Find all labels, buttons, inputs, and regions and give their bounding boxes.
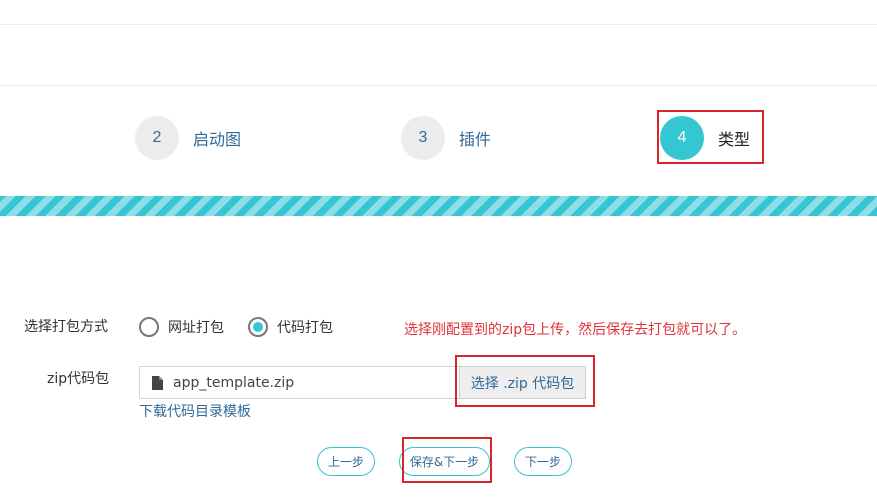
radio-url-pack-label: 网址打包 (168, 320, 224, 336)
step-2[interactable]: 2 启动图 (135, 116, 241, 160)
radio-unchecked-icon (139, 317, 159, 337)
next-button[interactable]: 下一步 (514, 447, 572, 476)
zip-package-label: zip代码包 (47, 371, 110, 387)
progress-bar (0, 196, 877, 216)
radio-code-pack-label: 代码打包 (277, 320, 333, 336)
radio-code-pack[interactable]: 代码打包 (248, 317, 333, 337)
file-name-field[interactable]: app_template.zip (139, 366, 459, 399)
step-3-number: 3 (401, 116, 445, 160)
save-next-button[interactable]: 保存&下一步 (399, 447, 490, 476)
radio-url-pack[interactable]: 网址打包 (139, 317, 224, 337)
download-template-link[interactable]: 下载代码目录模板 (139, 401, 251, 421)
step-2-label: 启动图 (193, 130, 242, 149)
pack-method-label: 选择打包方式 (24, 319, 108, 335)
step-2-number: 2 (135, 116, 179, 160)
pack-method-radio-group: 网址打包 代码打包 (139, 317, 357, 337)
document-icon (152, 375, 163, 390)
radio-checked-icon (248, 317, 268, 337)
file-name: app_template.zip (173, 374, 295, 391)
top-divider (0, 24, 877, 25)
header-divider (0, 85, 877, 86)
step-3-label: 插件 (459, 130, 492, 149)
instruction-note: 选择刚配置到的zip包上传，然后保存去打包就可以了。 (404, 322, 747, 338)
prev-button[interactable]: 上一步 (317, 447, 375, 476)
step-3[interactable]: 3 插件 (401, 116, 491, 160)
step-4[interactable]: 4 类型 (660, 116, 750, 160)
step-4-label: 类型 (718, 130, 751, 149)
choose-zip-button[interactable]: 选择 .zip 代码包 (459, 366, 586, 399)
step-4-number: 4 (660, 116, 704, 160)
